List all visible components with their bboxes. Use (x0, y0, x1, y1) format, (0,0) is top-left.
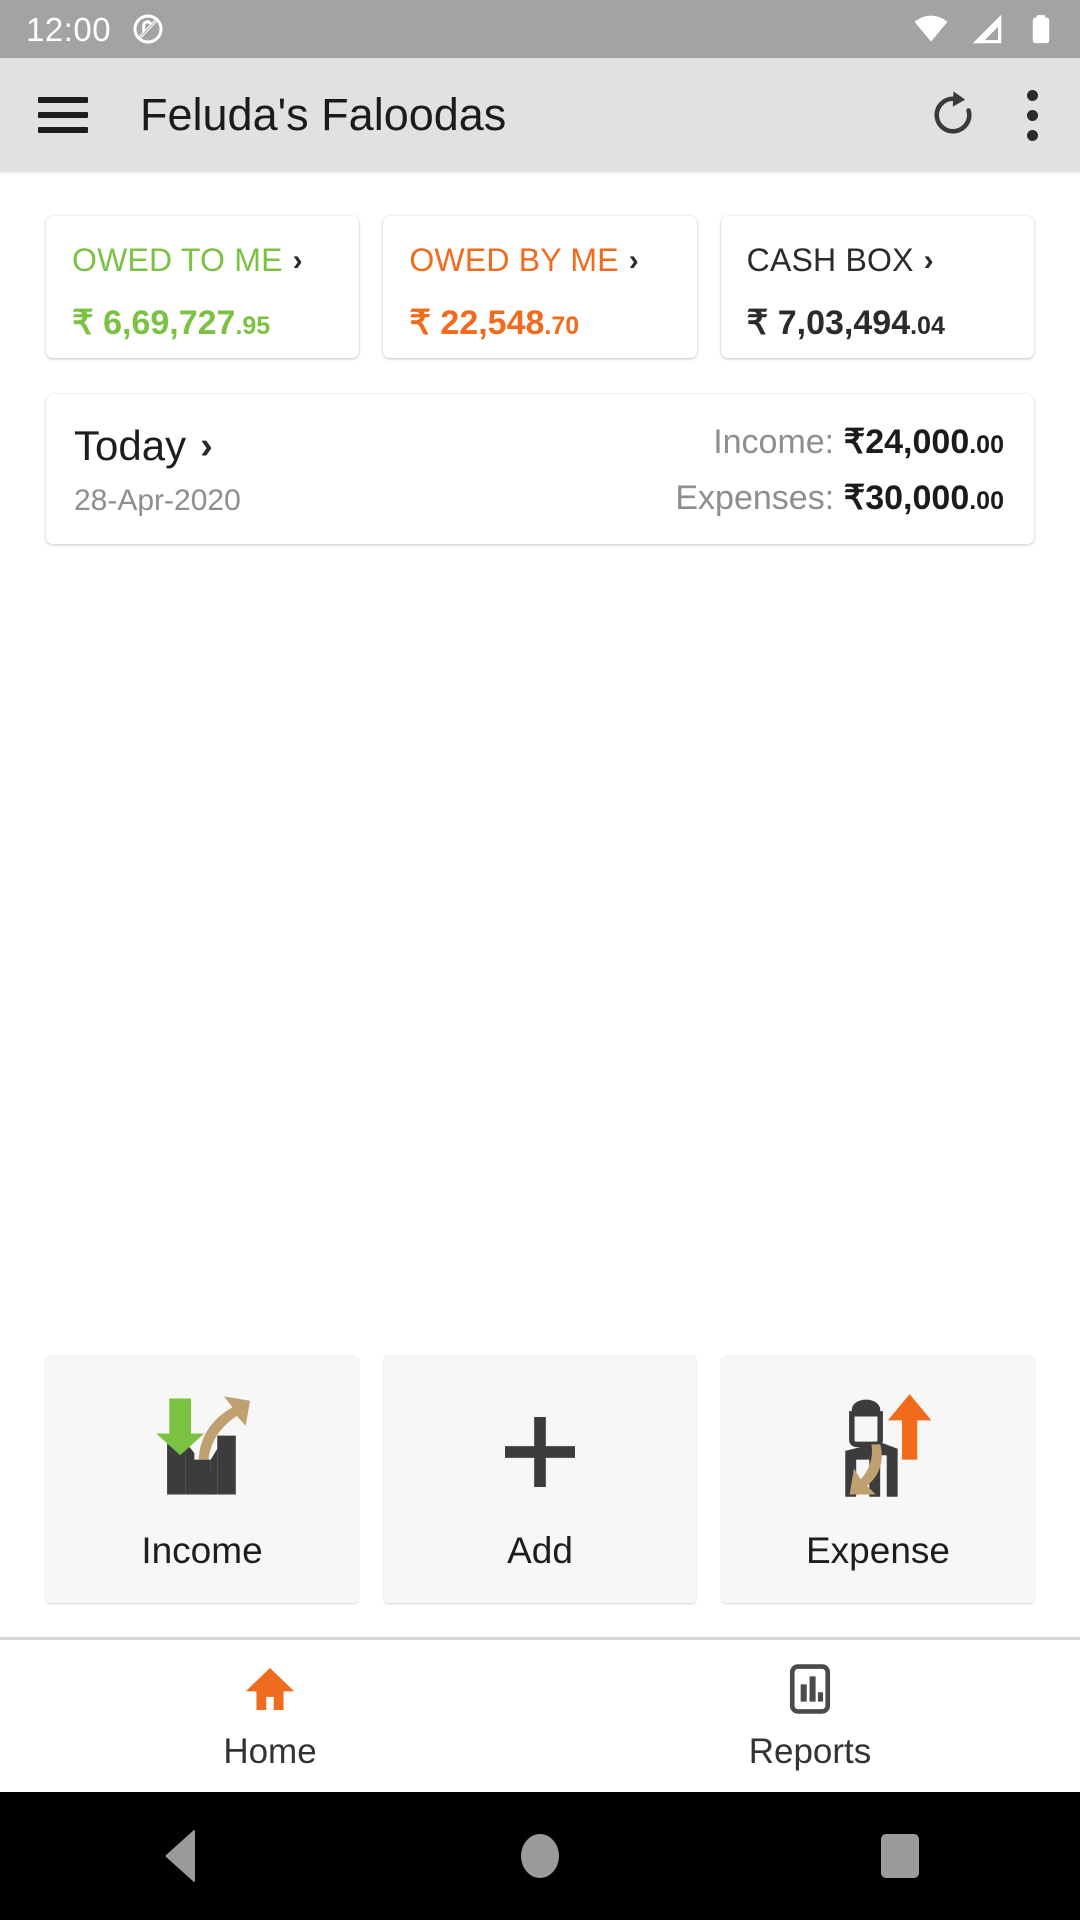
income-label: Income: (713, 423, 835, 461)
summary-card-label: OWED BY ME (409, 242, 619, 278)
expenses-currency: ₹ (843, 479, 866, 517)
income-currency: ₹ (843, 423, 866, 461)
today-expenses-row: Expenses: ₹30,000.00 (675, 478, 1004, 518)
add-label: Add (507, 1530, 573, 1571)
bottom-navigation: Home Reports (0, 1640, 1080, 1792)
chevron-right-icon: › (200, 425, 213, 467)
plus-icon (490, 1386, 590, 1518)
summary-card-amount: ₹ 22,548.70 (409, 303, 672, 343)
today-date: 28-Apr-2020 (74, 484, 241, 517)
summary-card-cash-box[interactable]: CASH BOX › ₹ 7,03,494.04 (720, 216, 1034, 358)
report-chart-icon (782, 1660, 838, 1718)
chevron-right-icon: › (923, 243, 934, 277)
income-button[interactable]: Income (46, 1355, 358, 1603)
android-system-nav (0, 1792, 1080, 1920)
expenses-amount: 30,000 (865, 479, 970, 517)
summary-card-amount: ₹ 7,03,494.04 (747, 303, 1010, 343)
back-triangle-icon (165, 1829, 195, 1883)
summary-card-amount: ₹ 6,69,727.95 (72, 303, 335, 343)
amount-main: 7,03,494 (777, 304, 911, 342)
expense-button[interactable]: Expense (722, 1355, 1034, 1603)
income-decimal: .00 (969, 431, 1004, 459)
currency-symbol: ₹ (746, 304, 769, 342)
nav-tab-reports[interactable]: Reports (540, 1640, 1080, 1792)
add-button[interactable]: Add (384, 1355, 696, 1603)
today-summary-card[interactable]: Today › 28-Apr-2020 Income: ₹24,000.00 E… (46, 394, 1034, 544)
summary-card-label: CASH BOX (746, 242, 914, 278)
nav-label-reports: Reports (748, 1732, 872, 1771)
today-income-row: Income: ₹24,000.00 (713, 422, 1004, 462)
system-recents-button[interactable] (720, 1834, 1080, 1878)
quick-actions-row: Income Add Expense (46, 1355, 1034, 1637)
expense-arrow-icon (812, 1386, 944, 1518)
main-content: OWED TO ME › ₹ 6,69,727.95 OWED BY ME › … (0, 172, 1080, 1637)
app-bar-actions (927, 89, 1046, 141)
system-home-button[interactable] (360, 1834, 720, 1878)
page-title: Feluda's Faloodas (140, 89, 507, 140)
nav-label-home: Home (223, 1732, 317, 1771)
summary-card-owed-by-me[interactable]: OWED BY ME › ₹ 22,548.70 (383, 216, 697, 358)
summary-card-owed-to-me[interactable]: OWED TO ME › ₹ 6,69,727.95 (46, 216, 360, 358)
amount-decimal: .95 (235, 312, 271, 340)
app-bar: Feluda's Faloodas (0, 58, 1080, 172)
summary-card-header: OWED TO ME › (72, 242, 335, 279)
phone-screen: 12:00 Feluda's Faloodas OWED TO ME › ₹ 6… (0, 0, 1080, 1920)
today-card-right: Income: ₹24,000.00 Expenses: ₹30,000.00 (675, 422, 1004, 518)
chevron-right-icon: › (628, 243, 639, 277)
hamburger-menu-icon[interactable] (38, 97, 88, 133)
expenses-decimal: .00 (969, 487, 1004, 515)
amount-decimal: .04 (910, 312, 945, 340)
amount-main: 22,548 (440, 304, 545, 342)
summary-card-header: CASH BOX › (747, 242, 1010, 279)
refresh-button[interactable] (927, 89, 979, 141)
amount-decimal: .70 (544, 312, 580, 340)
status-system-icons (912, 10, 1058, 48)
income-arrow-icon (136, 1386, 268, 1518)
today-title-row: Today › (74, 422, 241, 470)
status-bar: 12:00 (0, 0, 1080, 58)
battery-icon (1032, 15, 1050, 44)
system-back-button[interactable] (0, 1829, 360, 1883)
amount-main: 6,69,727 (103, 304, 236, 342)
income-label: Income (141, 1530, 263, 1571)
summary-card-label: OWED TO ME (72, 242, 283, 278)
today-card-left: Today › 28-Apr-2020 (74, 422, 241, 518)
refresh-icon (934, 91, 972, 134)
more-vertical-icon (1027, 89, 1038, 141)
expense-label: Expense (806, 1530, 950, 1571)
summary-cards-row: OWED TO ME › ₹ 6,69,727.95 OWED BY ME › … (46, 216, 1034, 358)
cellular-signal-icon (972, 14, 1002, 44)
income-amount: 24,000 (865, 423, 970, 461)
summary-card-header: OWED BY ME › (409, 242, 672, 279)
wifi-icon (914, 15, 948, 42)
overflow-menu-button[interactable] (1027, 89, 1038, 141)
home-icon (242, 1660, 298, 1718)
currency-symbol: ₹ (409, 304, 431, 342)
do-not-disturb-icon (133, 14, 163, 44)
expenses-label: Expenses: (675, 479, 835, 517)
status-clock: 12:00 (26, 10, 112, 48)
chevron-right-icon: › (292, 243, 303, 277)
home-circle-icon (521, 1834, 559, 1878)
recents-square-icon (881, 1834, 919, 1878)
status-notification-icons (131, 12, 165, 46)
currency-symbol: ₹ (72, 304, 94, 342)
today-label: Today (74, 422, 187, 469)
nav-tab-home[interactable]: Home (0, 1640, 540, 1792)
